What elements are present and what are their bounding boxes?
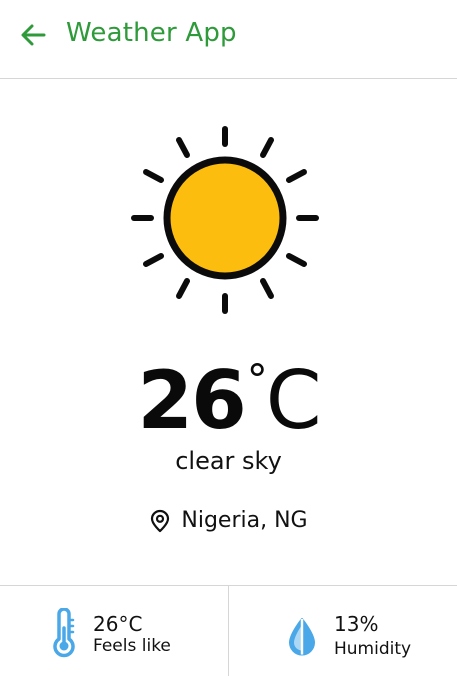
location-text: Nigeria, NG (181, 508, 308, 533)
temperature-unit: C (265, 354, 322, 447)
sun-icon (131, 126, 319, 314)
temperature-display: 26°C (0, 330, 457, 451)
humidity-value: 13% (334, 612, 379, 636)
temperature-value: 26 (137, 354, 246, 447)
humidity-label: Humidity (334, 639, 412, 659)
water-drop-icon (289, 618, 315, 656)
feels-like-stat: 26°C Feels like (0, 586, 229, 676)
feels-like-label: Feels like (93, 636, 171, 656)
thermometer-icon (53, 608, 75, 658)
stats-footer: 26°C Feels like 13% Humidity (0, 585, 457, 676)
arrow-left-icon (21, 24, 46, 46)
app-title: Weather App (66, 18, 237, 48)
feels-like-value: 26°C (93, 612, 143, 636)
temperature-degree: ° (246, 355, 268, 404)
location-pin-icon (151, 509, 170, 533)
back-button[interactable] (18, 20, 48, 50)
location-row: Nigeria, NG (0, 506, 457, 536)
humidity-stat: 13% Humidity (229, 586, 457, 676)
app-header: Weather App (0, 0, 457, 79)
weather-description: clear sky (175, 447, 282, 475)
